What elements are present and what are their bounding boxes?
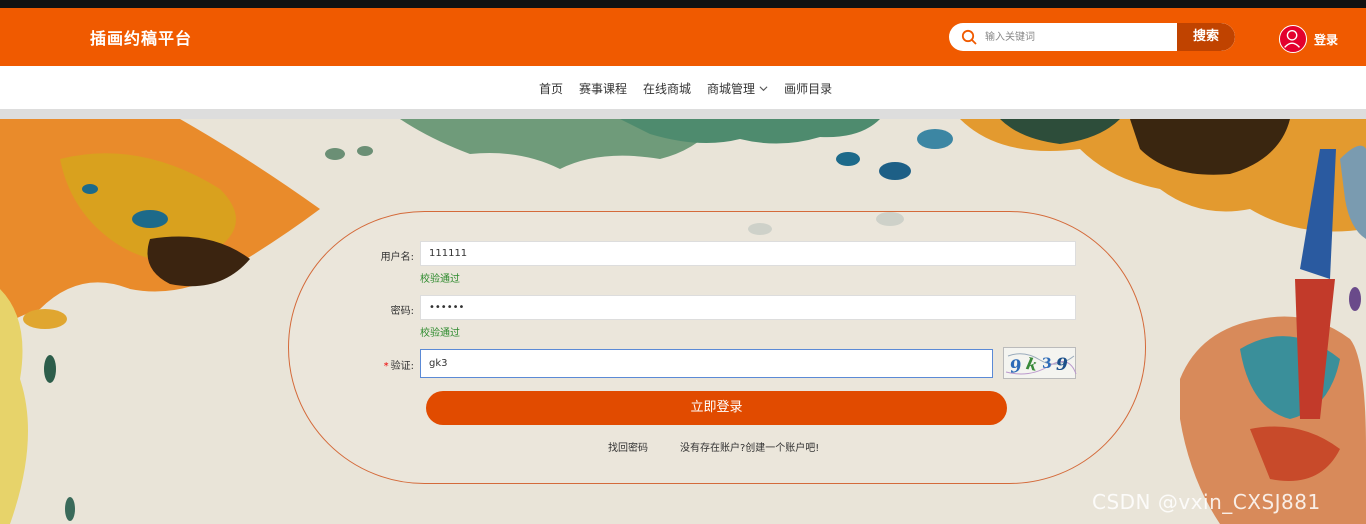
main-nav: 首页 赛事课程 在线商城 商城管理 画师目录 [0,66,1366,109]
captcha-char-3: 3 [1042,356,1052,372]
divider [0,109,1366,119]
login-link[interactable]: 登录 [1314,31,1338,48]
username-label: 用户名: [380,252,414,263]
username-input[interactable] [420,241,1076,266]
password-valid-text: 校验通过 [420,328,460,339]
nav-item-courses[interactable]: 赛事课程 [579,80,627,97]
required-marker: * [383,361,389,372]
nav-item-home[interactable]: 首页 [539,80,563,97]
captcha-label: * 验证: [354,357,414,372]
brand-title[interactable]: 插画约稿平台 [90,25,192,49]
watermark-text: CSDN @vxin_CXSJ881 [1092,490,1321,514]
captcha-input[interactable] [420,349,993,378]
nav-item-mall[interactable]: 在线商城 [643,80,691,97]
nav-item-artists[interactable]: 画师目录 [784,80,832,97]
top-strip [0,0,1366,8]
user-icon[interactable] [1279,25,1307,53]
search-box: 搜索 [949,23,1235,51]
password-input[interactable] [420,295,1076,320]
forgot-password-link[interactable]: 找回密码 [608,439,648,454]
captcha-label-text: 验证: [390,361,414,372]
captcha-image[interactable]: 9 k 3 9 [1003,347,1077,379]
search-button[interactable]: 搜索 [1177,23,1235,51]
nav-item-mall-admin-label: 商城管理 [707,82,756,96]
username-valid-text: 校验通过 [420,274,460,285]
captcha-char-4: 9 [1056,355,1068,375]
search-icon [961,29,977,45]
captcha-char-1: 9 [1009,356,1024,377]
register-link[interactable]: 没有存在账户?创建一个账户吧! [680,439,819,454]
password-label: 密码: [390,306,414,317]
nav-item-mall-admin[interactable]: 商城管理 [707,80,768,97]
chevron-down-icon [759,86,768,92]
header: 插画约稿平台 搜索 登录 [0,8,1366,66]
login-submit-button[interactable]: 立即登录 [426,391,1007,425]
search-input[interactable] [985,27,1175,47]
